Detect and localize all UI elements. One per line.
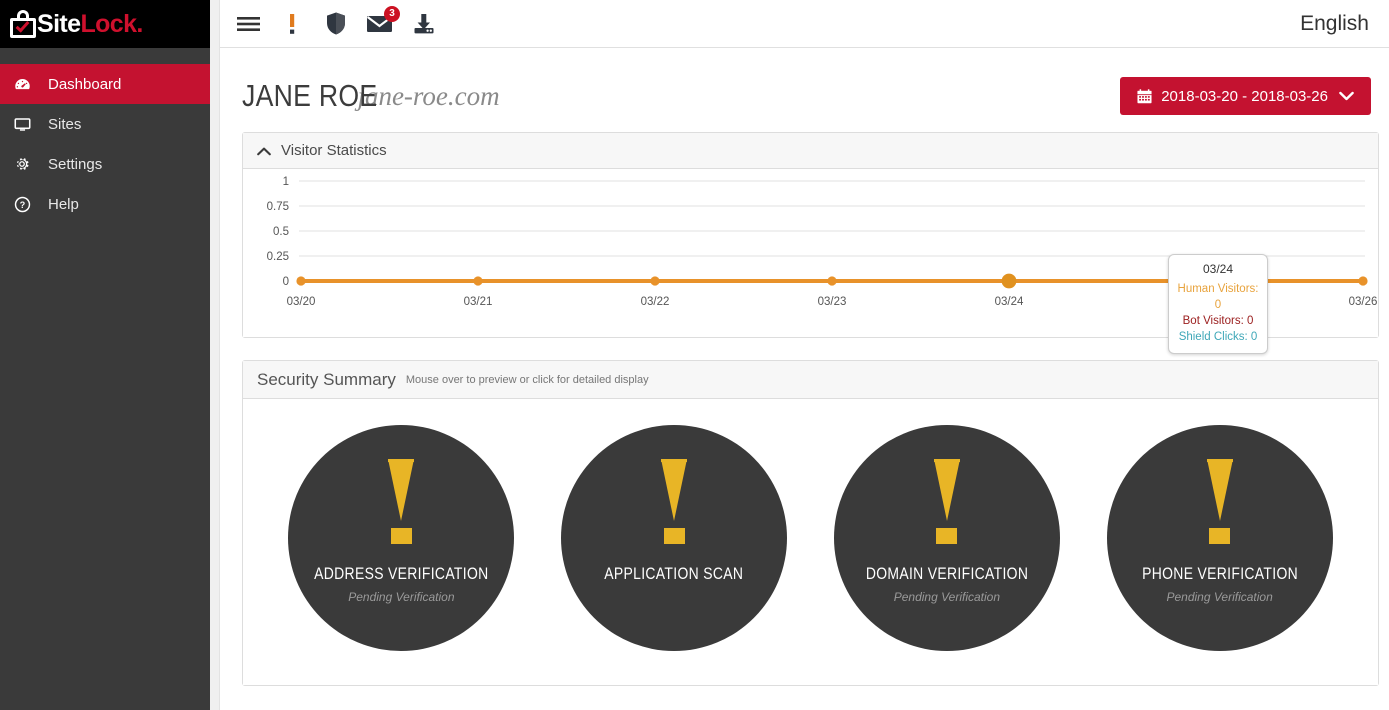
exclamation-icon[interactable] (278, 9, 306, 39)
logo-lock-text: Lock (80, 9, 137, 38)
logo-dot: . (136, 9, 143, 38)
sidebar-item-dashboard[interactable]: Dashboard (0, 64, 210, 104)
app-root: SiteLock. Dashboard Sites Settings ? Hel… (0, 0, 1389, 710)
page-domain: jane-roe.com (357, 80, 500, 111)
download-inbox-icon[interactable] (410, 9, 438, 39)
main-area: 3 English JANE ROE jane-roe.com 2018-03-… (220, 0, 1389, 710)
visitor-statistics-panel-header[interactable]: Visitor Statistics (243, 133, 1378, 169)
sidebar-item-settings[interactable]: Settings (0, 144, 210, 184)
page-content: JANE ROE jane-roe.com 2018-03-20 - 2018-… (220, 48, 1389, 710)
sidebar-nav: Dashboard Sites Settings ? Help (0, 48, 210, 224)
page-header: JANE ROE jane-roe.com 2018-03-20 - 2018-… (220, 48, 1389, 122)
tooltip-date: 03/24 (1202, 262, 1234, 276)
dashboard-icon (14, 76, 42, 93)
question-circle-icon: ? (14, 196, 42, 213)
logo-site-text: Site (37, 9, 81, 38)
svg-text:03/22: 03/22 (641, 296, 670, 308)
exclamation-mark-icon (933, 459, 960, 544)
sidebar: SiteLock. Dashboard Sites Settings ? Hel… (0, 0, 210, 710)
calendar-icon (1137, 88, 1152, 104)
date-range-label: 2018-03-20 - 2018-03-26 (1161, 87, 1328, 105)
security-card-application-scan[interactable]: APPLICATION SCAN (561, 425, 788, 651)
panel-title: Security Summary (257, 369, 396, 389)
security-card-title: DOMAIN VERIFICATION (865, 564, 1029, 583)
sidebar-item-label: Sites (48, 115, 82, 133)
svg-text:03/23: 03/23 (818, 296, 847, 308)
svg-text:03/21: 03/21 (464, 296, 493, 308)
svg-text:0.5: 0.5 (273, 226, 289, 238)
date-range-picker-button[interactable]: 2018-03-20 - 2018-03-26 (1120, 77, 1371, 115)
panel-subtitle: Mouse over to preview or click for detai… (405, 373, 649, 386)
security-card-title: ADDRESS VERIFICATION (314, 564, 489, 583)
vertical-scrollbar-track[interactable] (210, 0, 220, 710)
svg-text:03/24: 03/24 (995, 296, 1024, 308)
svg-text:?: ? (20, 200, 25, 210)
toolbar-icon-group: 3 (234, 5, 438, 39)
security-card-status: Pending Verification (1166, 590, 1273, 604)
panel-title: Visitor Statistics (281, 142, 387, 159)
svg-text:03/20: 03/20 (287, 296, 316, 308)
security-card-phone-verification[interactable]: PHONE VERIFICATION Pending Verification (1106, 425, 1333, 651)
security-summary-cards: ADDRESS VERIFICATION Pending Verificatio… (243, 399, 1378, 685)
message-count-badge: 3 (384, 5, 400, 22)
exclamation-mark-icon (661, 459, 688, 544)
sidebar-item-sites[interactable]: Sites (0, 104, 210, 144)
hamburger-menu-icon[interactable] (234, 9, 262, 39)
sidebar-item-label: Help (48, 195, 79, 213)
brand-logo[interactable]: SiteLock. (0, 0, 210, 48)
language-selector[interactable]: English (1300, 12, 1369, 36)
chevron-down-icon (1339, 89, 1354, 104)
sidebar-item-label: Settings (48, 155, 103, 173)
logo-wordmark: SiteLock. (37, 9, 143, 38)
padlock-check-icon (10, 10, 36, 38)
security-card-title: PHONE VERIFICATION (1141, 564, 1298, 583)
svg-text:0.75: 0.75 (267, 201, 289, 213)
svg-text:03/26: 03/26 (1349, 296, 1378, 308)
envelope-icon[interactable]: 3 (366, 5, 400, 39)
security-summary-panel: Security Summary Mouse over to preview o… (242, 360, 1379, 686)
top-toolbar: 3 English (220, 0, 1389, 48)
sidebar-item-help[interactable]: ? Help (0, 184, 210, 224)
tooltip-human-visitors: Human Visitors: 0 (1177, 283, 1259, 311)
page-title: JANE ROE (242, 78, 378, 113)
security-card-status: Pending Verification (348, 590, 455, 604)
security-card-domain-verification[interactable]: DOMAIN VERIFICATION Pending Verification (833, 425, 1060, 651)
security-card-title: APPLICATION SCAN (604, 564, 744, 583)
security-summary-panel-header: Security Summary Mouse over to preview o… (243, 361, 1378, 399)
tooltip-bot-visitors: Bot Visitors: 0 (1182, 315, 1254, 327)
exclamation-mark-icon (1206, 459, 1233, 544)
security-card-row: ADDRESS VERIFICATION Pending Verificatio… (243, 425, 1378, 651)
shield-icon[interactable] (322, 9, 350, 39)
svg-text:1: 1 (283, 176, 289, 188)
security-card-address-verification[interactable]: ADDRESS VERIFICATION Pending Verificatio… (288, 425, 515, 651)
chart-tooltip: 03/24 Human Visitors: 0 Bot Visitors: 0 … (1168, 254, 1268, 354)
sidebar-item-label: Dashboard (48, 75, 122, 93)
security-card-status: Pending Verification (893, 590, 1001, 604)
chevron-up-icon[interactable] (257, 144, 271, 158)
svg-text:0: 0 (283, 276, 289, 288)
monitor-icon (14, 116, 42, 133)
gear-icon (14, 156, 42, 172)
exclamation-mark-icon (388, 459, 415, 544)
svg-text:0.25: 0.25 (267, 251, 289, 263)
tooltip-shield-clicks: Shield Clicks: 0 (1178, 331, 1258, 343)
